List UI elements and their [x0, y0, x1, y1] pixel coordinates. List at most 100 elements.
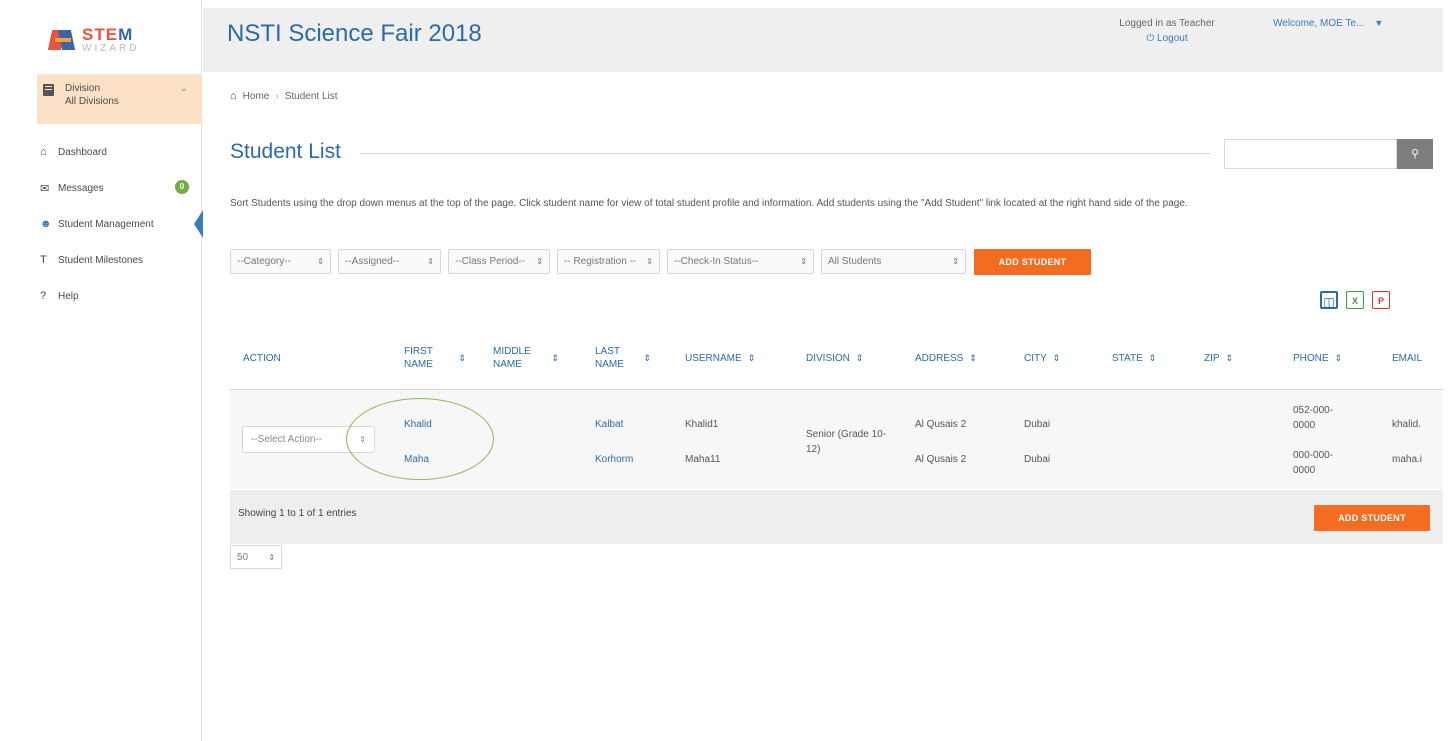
title-divider	[360, 153, 1210, 154]
select-arrows-icon: ⇕	[268, 552, 275, 562]
column-header-state[interactable]: STATE ⇕	[1112, 326, 1156, 390]
column-header-city[interactable]: CITY ⇕	[1024, 326, 1060, 390]
columns-icon[interactable]: ◫	[1320, 291, 1338, 309]
sidebar-item-dashboard[interactable]: ⌂ Dashboard	[40, 134, 202, 170]
sidebar-item-label: Dashboard	[58, 146, 107, 158]
select-arrows-icon: ⇕	[952, 257, 959, 266]
home-icon: ⌂	[230, 90, 237, 102]
sort-icon: ⇕	[643, 352, 651, 363]
column-header-username[interactable]: USERNAME ⇕	[685, 326, 755, 390]
book-icon	[43, 84, 54, 96]
sort-icon: ⇕	[747, 352, 756, 363]
select-action-value: --Select Action--	[251, 434, 323, 445]
address-cell: Al Qusais 2	[915, 454, 967, 465]
student-scope-select[interactable]: All Students ⇕	[821, 249, 966, 274]
sort-icon: ⇕	[1225, 352, 1234, 363]
sidebar-item-label: Help	[58, 290, 79, 302]
page-title: Student List	[230, 140, 341, 163]
search-input[interactable]	[1224, 139, 1397, 169]
phone-cell: 052-000-0000	[1293, 405, 1334, 431]
user-menu[interactable]: Welcome, MOE Te... ▼	[1273, 18, 1383, 29]
add-student-button-bottom[interactable]: ADD STUDENT	[1314, 505, 1430, 531]
select-arrows-icon: ⇕	[646, 257, 653, 266]
category-select[interactable]: --Category-- ⇕	[230, 249, 331, 274]
check-in-status-select-value: --Check-In Status--	[674, 256, 759, 267]
chevron-down-icon: ⌄	[179, 83, 188, 94]
registration-select[interactable]: -- Registration -- ⇕	[557, 249, 660, 274]
messages-count-badge: 0	[175, 180, 189, 194]
entries-info: Showing 1 to 1 of 1 entries	[238, 508, 357, 519]
column-header-division[interactable]: DIVISION ⇕	[806, 326, 863, 390]
login-info: Logged in as Teacher ⏻ Logout	[1103, 16, 1231, 46]
class-period-select[interactable]: --Class Period-- ⇕	[448, 249, 550, 274]
add-student-button[interactable]: ADD STUDENT	[974, 249, 1091, 275]
excel-export-icon[interactable]: X	[1346, 291, 1364, 309]
breadcrumb-home[interactable]: Home	[243, 91, 270, 102]
last-name-link[interactable]: Kalbat	[595, 417, 623, 432]
search-button[interactable]: ⚲	[1397, 139, 1433, 169]
search-icon: ⚲	[1410, 148, 1420, 160]
logged-in-text: Logged in as Teacher	[1119, 18, 1215, 29]
sidebar-item-help[interactable]: ? Help	[40, 278, 202, 314]
username-cell: Khalid1	[685, 419, 719, 430]
welcome-text: Welcome, MOE Te...	[1273, 18, 1365, 29]
power-icon: ⏻	[1146, 33, 1155, 44]
division-selector[interactable]: Division All Divisions ⌄	[37, 74, 202, 124]
column-header-last-name[interactable]: LAST NAME ⇕	[595, 326, 651, 390]
sidebar-item-messages[interactable]: ✉ Messages 0	[40, 170, 202, 206]
username-cell: Maha11	[685, 454, 721, 465]
sidebar-item-student-milestones[interactable]: T Student Milestones	[40, 242, 202, 278]
pdf-export-icon[interactable]: P	[1372, 291, 1390, 309]
sidebar-item-label: Student Management	[58, 218, 154, 230]
column-header-address[interactable]: ADDRESS ⇕	[915, 326, 977, 390]
sort-icon: ⇕	[1334, 352, 1343, 363]
logout-label: Logout	[1157, 33, 1188, 44]
select-arrows-icon: ⇕	[536, 257, 543, 266]
sort-icon: ⇕	[969, 352, 977, 363]
column-header-label: ZIP	[1204, 352, 1220, 364]
select-arrows-icon: ⇕	[800, 257, 807, 266]
column-header-label: PHONE	[1293, 352, 1329, 364]
assigned-select-value: --Assigned--	[345, 256, 400, 267]
last-name-link[interactable]: Korhorm	[595, 452, 633, 467]
column-header-label: EMAIL	[1392, 352, 1423, 364]
home-icon: ⌂	[40, 146, 47, 158]
highlight-annotation	[346, 398, 494, 480]
column-header-action: ACTION	[243, 326, 281, 390]
sort-icon: ⇕	[551, 352, 559, 363]
column-header-label: CITY	[1024, 352, 1047, 364]
table-footer: Showing 1 to 1 of 1 entries ADD STUDENT	[230, 490, 1443, 544]
sort-icon: ⇕	[855, 352, 864, 363]
page-size-select[interactable]: 50 ⇕	[230, 545, 282, 569]
column-header-zip[interactable]: ZIP ⇕	[1204, 326, 1233, 390]
user-icon: ☻	[40, 218, 52, 230]
column-header-phone[interactable]: PHONE ⇕	[1293, 326, 1342, 390]
question-icon: ?	[40, 290, 47, 302]
column-header-middle-name[interactable]: MIDDLE NAME ⇕	[493, 326, 559, 390]
assigned-select[interactable]: --Assigned-- ⇕	[338, 249, 441, 274]
stem-wizard-logo[interactable]: STEM WIZARD	[0, 8, 202, 72]
sidebar-item-student-management[interactable]: ☻ Student Management	[40, 206, 203, 242]
app-title: NSTI Science Fair 2018	[227, 20, 482, 47]
phone-cell: 000-000-0000	[1293, 450, 1334, 476]
sidebar-item-label: Student Milestones	[58, 254, 144, 266]
milestone-icon: T	[40, 254, 47, 266]
registration-select-value: -- Registration --	[564, 256, 637, 267]
check-in-status-select[interactable]: --Check-In Status-- ⇕	[667, 249, 814, 274]
table-header: ACTION FIRST NAME ⇕ MIDDLE NAME ⇕ LAST NAM…	[230, 326, 1443, 390]
division-value: All Divisions	[65, 96, 119, 107]
select-arrows-icon: ⇕	[427, 257, 434, 266]
category-select-value: --Category--	[237, 256, 291, 267]
caret-down-icon: ▼	[1374, 18, 1384, 28]
column-header-label: STATE	[1112, 352, 1143, 364]
student-scope-select-value: All Students	[828, 256, 882, 267]
logo-text-stem: STEM	[82, 25, 134, 44]
logo-mark-icon	[47, 27, 76, 53]
logout-link[interactable]: ⏻ Logout	[1103, 31, 1231, 46]
filter-bar: --Category-- ⇕ --Assigned-- ⇕ --Class Peri…	[230, 249, 1091, 275]
column-header-label: DIVISION	[806, 352, 850, 364]
division-cell: Senior (Grade 10-12)	[806, 429, 887, 455]
column-header-label: ACTION	[243, 352, 281, 364]
column-header-email[interactable]: EMAIL	[1392, 326, 1422, 390]
column-header-first-name[interactable]: FIRST NAME ⇕	[404, 326, 466, 390]
